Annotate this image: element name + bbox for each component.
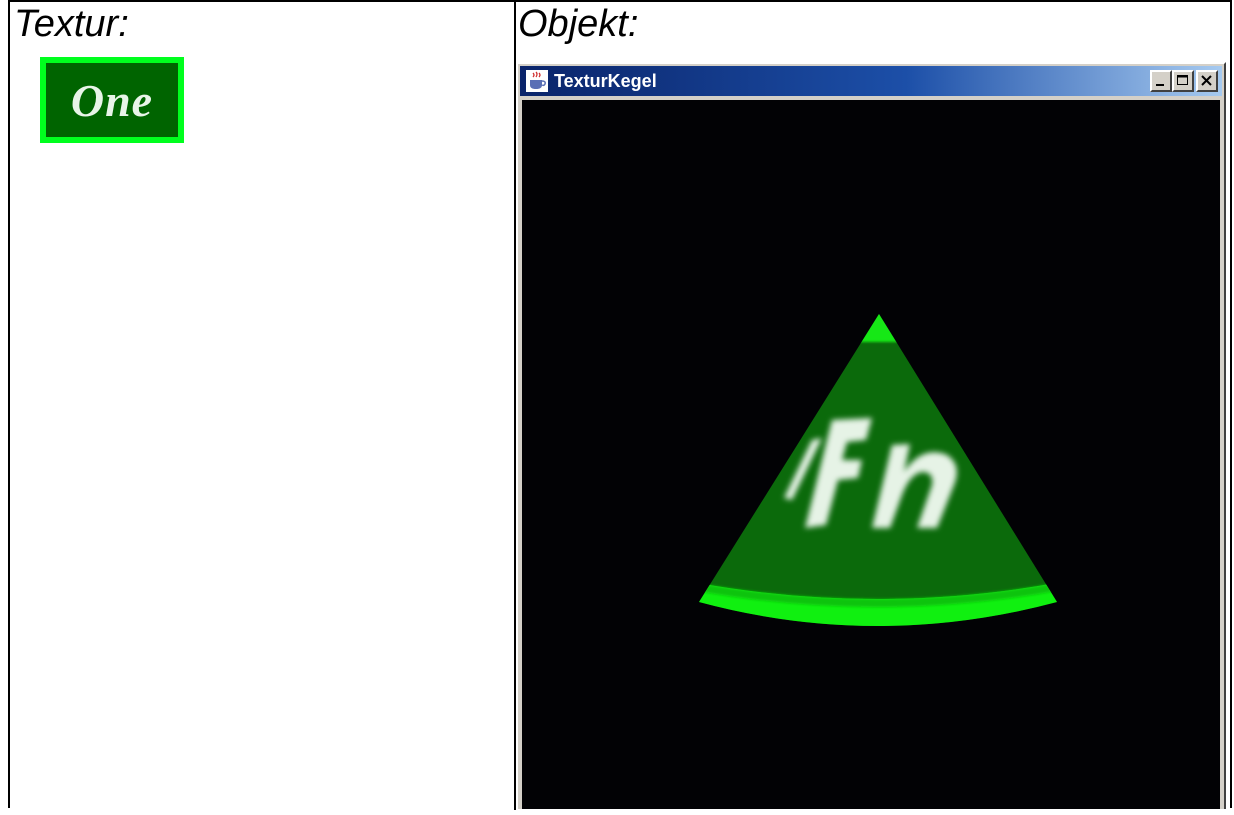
texture-heading: Textur:: [14, 3, 129, 45]
object-heading: Objekt:: [518, 3, 639, 45]
minimize-icon: [1156, 84, 1164, 86]
render-canvas[interactable]: [522, 100, 1220, 809]
window-title: TexturKegel: [554, 71, 657, 91]
texturkegel-window: TexturKegel: [516, 62, 1226, 809]
java-cup-icon: [526, 70, 548, 92]
window-titlebar[interactable]: TexturKegel: [520, 66, 1222, 96]
texture-text: One: [70, 74, 154, 126]
close-icon: [1201, 75, 1212, 86]
textured-cone: [699, 314, 1057, 626]
maximize-button[interactable]: [1172, 70, 1194, 92]
close-button[interactable]: [1196, 70, 1218, 92]
maximize-icon: [1177, 75, 1188, 85]
texture-image: One: [40, 57, 184, 143]
minimize-button[interactable]: [1150, 70, 1172, 92]
